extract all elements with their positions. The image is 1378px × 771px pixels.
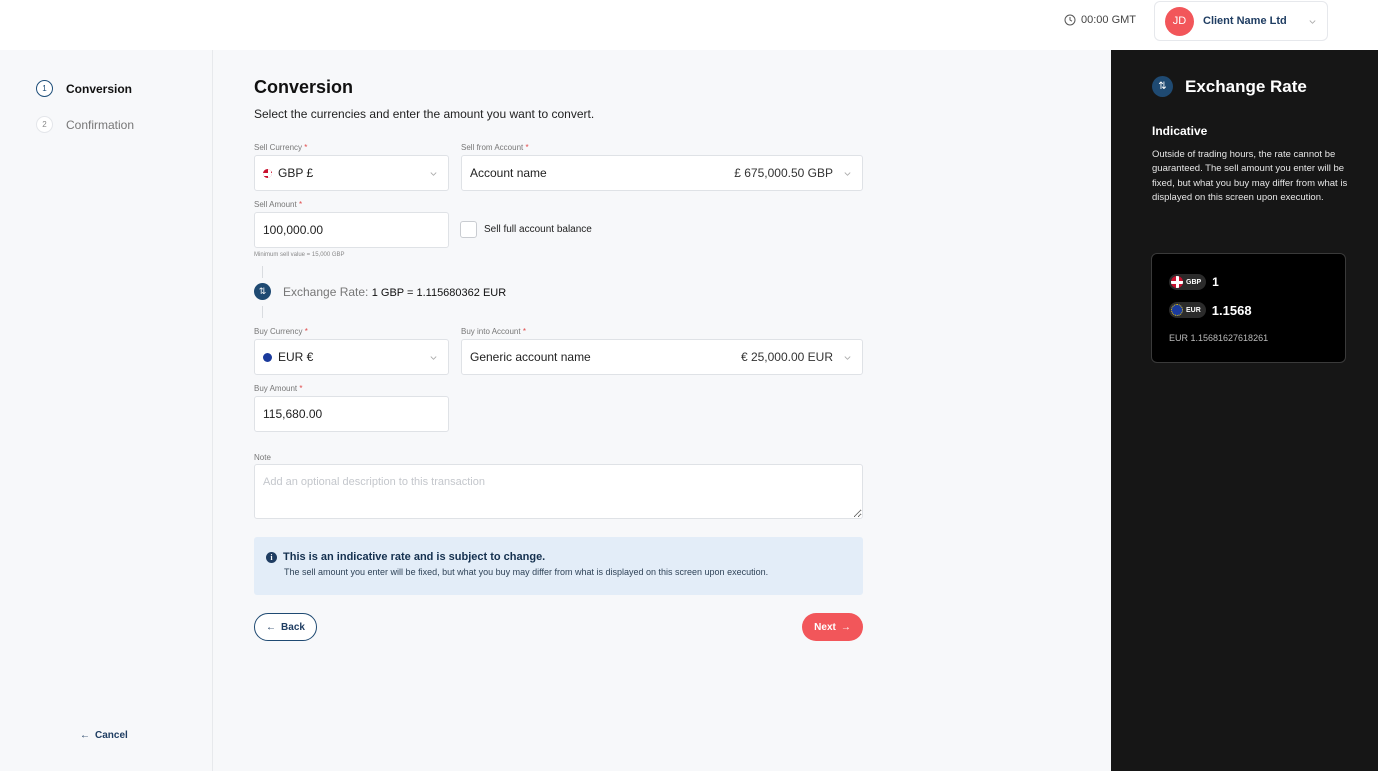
steps-sidebar: 1 Conversion 2 Confirmation ← Cancel — [0, 50, 213, 771]
buy-rate-value: 1.1568 — [1211, 302, 1252, 318]
buy-rate-row: EUR 1.1568 — [1169, 302, 1252, 318]
step-label: Conversion — [66, 81, 133, 96]
cancel-label: Cancel — [95, 730, 128, 741]
cancel-button[interactable]: ← Cancel — [80, 730, 128, 741]
buy-account-select[interactable]: Generic account name € 25,000.00 EUR — [461, 339, 863, 375]
buy-currency-label: Buy Currency * — [254, 327, 308, 336]
sell-full-balance-label: Sell full account balance — [484, 224, 592, 235]
chevron-down-icon — [844, 171, 851, 176]
client-name: Client Name Ltd — [1203, 15, 1287, 27]
sell-account-name: Account name — [470, 166, 547, 180]
sell-full-balance-checkbox[interactable] — [460, 221, 477, 238]
buy-account-balance: € 25,000.00 EUR — [740, 350, 833, 364]
step-conversion[interactable]: 1 Conversion — [36, 80, 132, 97]
top-bar: 00:00 GMT JD Client Name Ltd — [0, 0, 1378, 50]
step-number: 2 — [36, 116, 53, 133]
panel-subtitle: Indicative — [1152, 124, 1208, 138]
buy-amount-input[interactable]: 115,680.00 — [254, 396, 449, 432]
note-textarea[interactable] — [254, 464, 863, 519]
gb-flag-icon — [263, 168, 272, 178]
note-label: Note — [254, 453, 271, 462]
chevron-down-icon — [430, 355, 437, 360]
page-title: Conversion — [254, 77, 354, 97]
full-rate: EUR 1.15681627618261 — [1169, 333, 1269, 343]
client-selector[interactable]: JD Client Name Ltd — [1154, 1, 1328, 41]
panel-description: Outside of trading hours, the rate canno… — [1152, 149, 1348, 203]
buy-account-label: Buy into Account * — [461, 327, 526, 336]
notice-body: The sell amount you enter will be fixed,… — [284, 567, 769, 577]
step-label: Confirmation — [66, 117, 135, 132]
avatar: JD — [1165, 6, 1194, 36]
chevron-down-icon — [430, 171, 437, 176]
rate-card: GBP 1 EUR 1.1568 EUR 1.15681627618261 — [1151, 253, 1346, 363]
arrow-left-icon: ← — [266, 621, 277, 633]
sell-account-label: Sell from Account * — [461, 143, 529, 152]
back-button[interactable]: ← Back — [254, 613, 317, 641]
clock-icon — [1064, 14, 1076, 26]
exchange-rate-panel: ⇅ Exchange Rate Indicative Outside of tr… — [1111, 50, 1378, 771]
sell-amount-input[interactable]: 100,000.00 — [254, 212, 449, 248]
sell-currency-label: Sell Currency * — [254, 143, 308, 152]
buy-currency-select[interactable]: EUR € — [254, 339, 449, 375]
exchange-icon: ⇅ — [254, 283, 271, 300]
arrow-left-icon: ← — [80, 730, 90, 741]
eu-flag-icon — [1171, 304, 1183, 316]
sell-account-select[interactable]: Account name £ 675,000.50 GBP — [461, 155, 863, 191]
clock-time: 00:00 GMT — [1081, 14, 1137, 26]
gb-flag-icon — [1171, 276, 1183, 288]
sell-rate-row: GBP 1 — [1169, 274, 1219, 290]
notice-title: This is an indicative rate and is subjec… — [283, 551, 546, 563]
panel-title: Exchange Rate — [1185, 76, 1307, 96]
conversion-form: Conversion Select the currencies and ent… — [213, 50, 1111, 771]
currency-badge: GBP — [1169, 274, 1207, 290]
connector-line — [262, 306, 263, 318]
exchange-icon: ⇅ — [1152, 76, 1173, 97]
currency-badge: EUR — [1169, 302, 1206, 318]
eu-flag-icon — [263, 352, 272, 362]
sell-account-balance: £ 675,000.50 GBP — [734, 166, 833, 180]
step-number: 1 — [36, 80, 53, 97]
chevron-down-icon — [1309, 19, 1316, 24]
exchange-rate-text: Exchange Rate: 1 GBP = 1.115680362 EUR — [283, 285, 507, 299]
buy-account-name: Generic account name — [470, 350, 591, 364]
sell-amount-hint: Minimum sell value = 15,000 GBP — [254, 252, 345, 258]
next-button[interactable]: Next → — [802, 613, 863, 641]
page-subtitle: Select the currencies and enter the amou… — [254, 107, 595, 121]
arrow-right-icon: → — [840, 621, 851, 633]
sell-amount-label: Sell Amount * — [254, 200, 303, 209]
clock: 00:00 GMT — [1064, 14, 1136, 26]
chevron-down-icon — [844, 355, 851, 360]
buy-amount-label: Buy Amount * — [254, 384, 303, 393]
sell-rate-value: 1 — [1212, 275, 1219, 289]
step-confirmation[interactable]: 2 Confirmation — [36, 116, 134, 133]
indicative-rate-notice: i This is an indicative rate and is subj… — [254, 537, 863, 595]
sell-currency-select[interactable]: GBP £ — [254, 155, 449, 191]
connector-line — [262, 266, 263, 278]
info-icon: i — [266, 551, 277, 563]
